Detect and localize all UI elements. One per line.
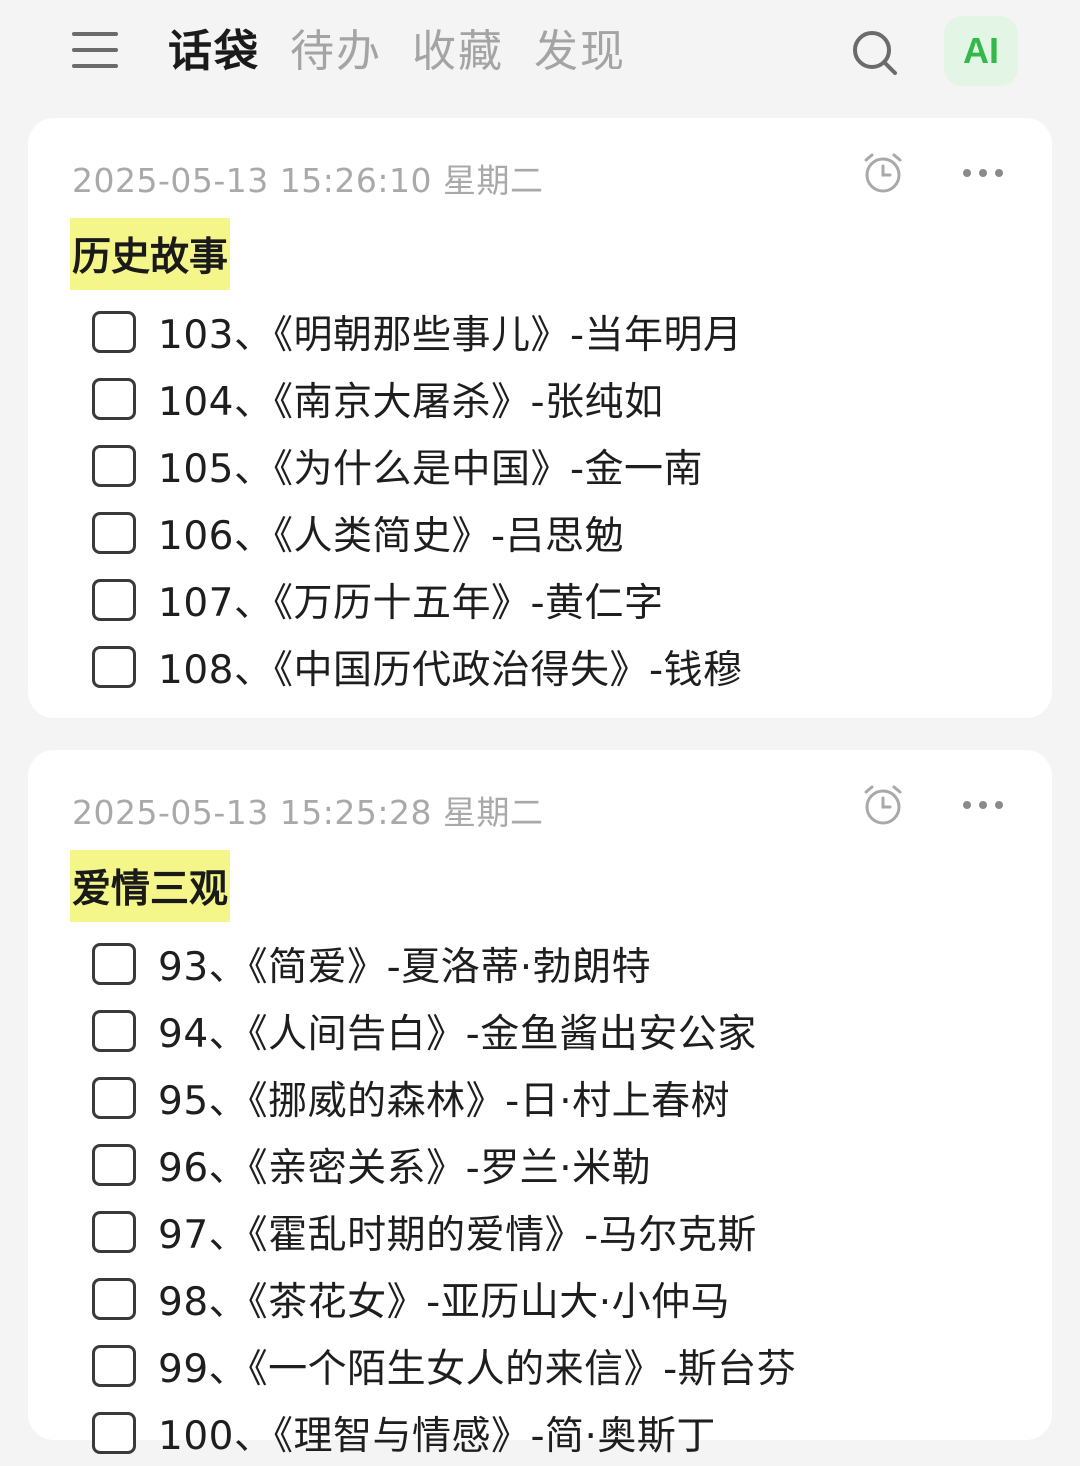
ai-button[interactable]: AI — [944, 16, 1018, 86]
note-timestamp: 2025-05-13 15:25:28 星期二 — [72, 793, 544, 832]
list-item: 93、《简爱》-夏洛蒂·勃朗特 — [92, 930, 796, 997]
list-item: 96、《亲密关系》-罗兰·米勒 — [92, 1131, 796, 1198]
todo-checkbox[interactable] — [92, 377, 136, 420]
todo-checkbox[interactable] — [92, 511, 136, 554]
note-card[interactable]: 2025-05-13 15:25:28 星期二 爱情三观 93、《简爱》-夏洛蒂… — [28, 750, 1052, 1459]
tab-todo[interactable]: 待办 — [290, 22, 382, 82]
item-text: 97、《霍乱时期的爱情》-马尔克斯 — [158, 1212, 757, 1258]
note-timestamp: 2025-05-13 15:26:10 星期二 — [72, 161, 544, 200]
list-item: 106、《人类简史》-吕思勉 — [92, 499, 743, 566]
list-item: 99、《一个陌生女人的来信》-斯台芬 — [92, 1332, 796, 1399]
item-text: 99、《一个陌生女人的来信》-斯台芬 — [158, 1346, 797, 1392]
tab-huadai[interactable]: 话袋 — [168, 22, 260, 82]
todo-checkbox[interactable] — [92, 1143, 136, 1186]
tab-discover[interactable]: 发现 — [534, 22, 626, 82]
todo-checkbox[interactable] — [92, 645, 136, 688]
item-text: 108、《中国历代政治得失》-钱穆 — [158, 647, 743, 693]
todo-checkbox[interactable] — [92, 1344, 136, 1387]
todo-checkbox[interactable] — [92, 1277, 136, 1320]
list-item: 95、《挪威的森林》-日·村上春树 — [92, 1064, 796, 1131]
tab-bar: 话袋 待办 收藏 发现 — [168, 22, 626, 82]
todo-list: 103、《明朝那些事儿》-当年明月 104、《南京大屠杀》-张纯如 105、《为… — [92, 298, 743, 700]
todo-checkbox[interactable] — [92, 310, 136, 353]
list-item: 100、《理智与情感》-简·奥斯丁 — [92, 1399, 796, 1466]
item-text: 103、《明朝那些事儿》-当年明月 — [158, 312, 743, 358]
todo-checkbox[interactable] — [92, 1411, 136, 1454]
item-text: 95、《挪威的森林》-日·村上春树 — [158, 1078, 731, 1124]
item-text: 93、《简爱》-夏洛蒂·勃朗特 — [158, 944, 652, 990]
item-text: 106、《人类简史》-吕思勉 — [158, 513, 625, 559]
list-item: 108、《中国历代政治得失》-钱穆 — [92, 633, 743, 700]
todo-checkbox[interactable] — [92, 1210, 136, 1253]
more-options-icon[interactable] — [962, 798, 1004, 812]
item-text: 94、《人间告白》-金鱼酱出安公家 — [158, 1011, 757, 1057]
todo-checkbox[interactable] — [92, 444, 136, 487]
item-text: 96、《亲密关系》-罗兰·米勒 — [158, 1145, 652, 1191]
item-text: 100、《理智与情感》-简·奥斯丁 — [158, 1413, 716, 1459]
item-text: 107、《万历十五年》-黄仁字 — [158, 580, 664, 626]
category-highlight: 爱情三观 — [70, 850, 231, 922]
list-item: 94、《人间告白》-金鱼酱出安公家 — [92, 997, 796, 1064]
alarm-clock-icon[interactable] — [862, 784, 904, 826]
list-item: 107、《万历十五年》-黄仁字 — [92, 566, 743, 633]
todo-checkbox[interactable] — [92, 942, 136, 985]
item-text: 98、《茶花女》-亚历山大·小仲马 — [158, 1279, 731, 1325]
list-item: 103、《明朝那些事儿》-当年明月 — [92, 298, 743, 365]
item-text: 104、《南京大屠杀》-张纯如 — [158, 379, 664, 425]
hamburger-menu-icon[interactable] — [72, 30, 118, 70]
todo-checkbox[interactable] — [92, 1009, 136, 1052]
note-card[interactable]: 2025-05-13 15:26:10 星期二 历史故事 103、《明朝那些事儿… — [28, 118, 1052, 718]
list-item: 97、《霍乱时期的爱情》-马尔克斯 — [92, 1198, 796, 1265]
list-item: 104、《南京大屠杀》-张纯如 — [92, 365, 743, 432]
list-item: 105、《为什么是中国》-金一南 — [92, 432, 743, 499]
top-bar: 话袋 待办 收藏 发现 AI — [0, 0, 1080, 108]
more-options-icon[interactable] — [962, 166, 1004, 180]
todo-checkbox[interactable] — [92, 1076, 136, 1119]
list-item: 98、《茶花女》-亚历山大·小仲马 — [92, 1265, 796, 1332]
search-icon[interactable] — [850, 28, 900, 78]
todo-checkbox[interactable] — [92, 578, 136, 621]
category-highlight: 历史故事 — [70, 218, 231, 290]
alarm-clock-icon[interactable] — [862, 152, 904, 194]
todo-list: 93、《简爱》-夏洛蒂·勃朗特 94、《人间告白》-金鱼酱出安公家 95、《挪威… — [92, 930, 796, 1466]
item-text: 105、《为什么是中国》-金一南 — [158, 446, 704, 492]
tab-favorites[interactable]: 收藏 — [412, 22, 504, 82]
